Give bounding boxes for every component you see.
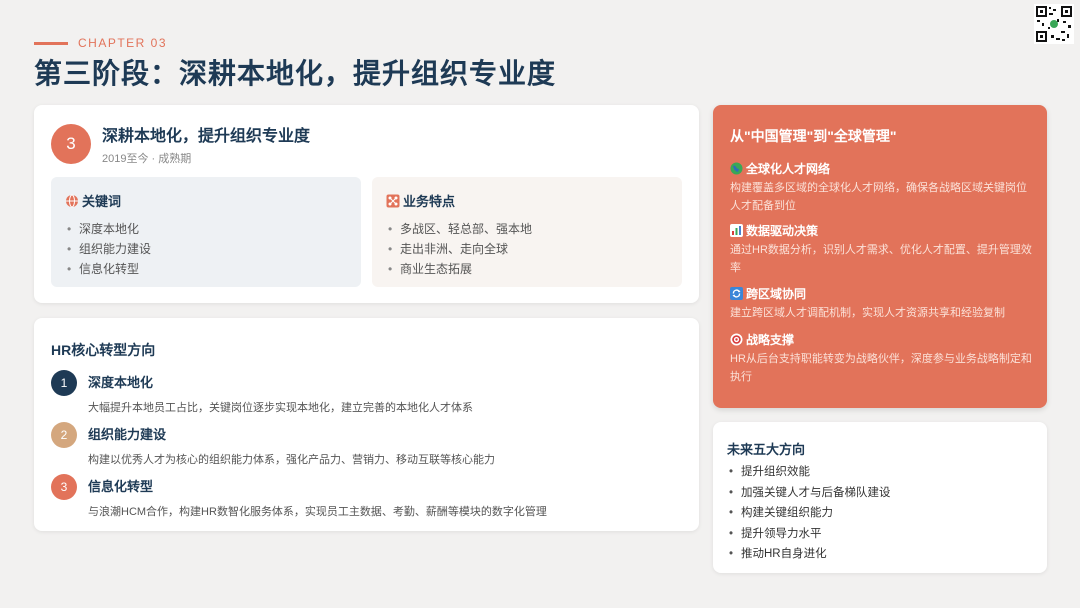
- hr-title: HR核心转型方向: [51, 342, 156, 358]
- global-item: 战略支撑 HR从后台支持职能转变为战略伙伴，深度参与业务战略制定和执行: [730, 331, 1035, 386]
- hr-item: 3 信息化转型 与浪潮HCM合作，构建HR数智化服务体系，实现员工主数据、考勤、…: [51, 474, 547, 519]
- global-item-name: 跨区域协同: [746, 287, 807, 301]
- qr-code-icon: [1034, 4, 1074, 44]
- chapter-label: CHAPTER 03: [34, 36, 167, 50]
- list-item: 多战区、轻总部、强本地: [386, 219, 668, 239]
- chapter-divider: [34, 41, 68, 45]
- globe-icon: [730, 162, 743, 175]
- features-heading: 业务特点: [386, 191, 668, 210]
- stage-title: 深耕本地化，提升组织专业度: [102, 128, 311, 145]
- list-item: 商业生态拓展: [386, 259, 668, 279]
- chapter-text: CHAPTER 03: [78, 36, 168, 50]
- list-item: 加强关键人才与后备梯队建设: [727, 483, 891, 504]
- keywords-heading-label: 关键词: [82, 194, 122, 209]
- features-box: 业务特点 多战区、轻总部、强本地 走出非洲、走向全球 商业生态拓展: [372, 177, 682, 287]
- hr-item-desc: 大幅提升本地员工占比，关键岗位逐步实现本地化，建立完善的本地化人才体系: [88, 402, 473, 414]
- global-title: 从"中国管理"到"全球管理": [730, 128, 897, 144]
- list-item: 组织能力建设: [65, 239, 347, 259]
- future-list: 提升组织效能 加强关键人才与后备梯队建设 构建关键组织能力 提升领导力水平 推动…: [727, 462, 891, 565]
- page-title: 第三阶段：深耕本地化，提升组织专业度: [34, 58, 557, 89]
- hr-number-badge: 1: [51, 370, 77, 396]
- hr-item-desc: 与浪潮HCM合作，构建HR数智化服务体系，实现员工主数据、考勤、薪酬等模块的数字…: [88, 506, 547, 518]
- global-item-name: 全球化人才网络: [746, 162, 831, 176]
- list-item: 提升组织效能: [727, 462, 891, 483]
- features-heading-label: 业务特点: [403, 194, 456, 209]
- list-item: 构建关键组织能力: [727, 503, 891, 524]
- future-title: 未来五大方向: [727, 442, 806, 457]
- global-item-desc: 构建覆盖多区域的全球化人才网络，确保各战略区域关键岗位人才配备到位: [730, 182, 1027, 212]
- global-item: 跨区域协同 建立跨区域人才调配机制，实现人才资源共享和经验复制: [730, 285, 1035, 322]
- global-item-name: 数据驱动决策: [746, 224, 819, 238]
- hr-item-name: 深度本地化: [88, 375, 154, 390]
- future-directions-card: 未来五大方向 提升组织效能 加强关键人才与后备梯队建设 构建关键组织能力 提升领…: [713, 422, 1047, 573]
- stage-card: 3 深耕本地化，提升组织专业度 2019至今 · 成熟期 关键词 深度本地化 组…: [34, 105, 699, 303]
- target-icon: [730, 333, 743, 346]
- list-item: 提升领导力水平: [727, 524, 891, 545]
- hr-item: 1 深度本地化 大幅提升本地员工占比，关键岗位逐步实现本地化，建立完善的本地化人…: [51, 370, 473, 415]
- hr-number-badge: 3: [51, 474, 77, 500]
- list-item: 走出非洲、走向全球: [386, 239, 668, 259]
- global-item: 全球化人才网络 构建覆盖多区域的全球化人才网络，确保各战略区域关键岗位人才配备到…: [730, 160, 1035, 215]
- stage-number-badge: 3: [51, 124, 91, 164]
- keywords-heading: 关键词: [65, 191, 347, 210]
- hr-item-name: 组织能力建设: [88, 427, 167, 442]
- global-item: 数据驱动决策 通过HR数据分析，识别人才需求、优化人才配置、提升管理效率: [730, 222, 1035, 277]
- global-item-desc: 建立跨区域人才调配机制，实现人才资源共享和经验复制: [730, 307, 1005, 319]
- list-item: 推动HR自身进化: [727, 544, 891, 565]
- list-item: 深度本地化: [65, 219, 347, 239]
- network-icon: [386, 194, 400, 207]
- list-item: 信息化转型: [65, 259, 347, 279]
- globe-icon: [66, 194, 78, 207]
- global-item-desc: HR从后台支持职能转变为战略伙伴，深度参与业务战略制定和执行: [730, 353, 1032, 383]
- bar-chart-icon: [730, 224, 743, 237]
- sync-icon: [730, 287, 743, 300]
- global-management-card: 从"中国管理"到"全球管理" 全球化人才网络 构建覆盖多区域的全球化人才网络，确…: [713, 105, 1047, 408]
- features-list: 多战区、轻总部、强本地 走出非洲、走向全球 商业生态拓展: [386, 219, 668, 279]
- hr-number-badge: 2: [51, 422, 77, 448]
- keywords-list: 深度本地化 组织能力建设 信息化转型: [65, 219, 347, 279]
- hr-direction-card: HR核心转型方向 1 深度本地化 大幅提升本地员工占比，关键岗位逐步实现本地化，…: [34, 318, 699, 531]
- global-item-name: 战略支撑: [746, 333, 795, 347]
- keywords-box: 关键词 深度本地化 组织能力建设 信息化转型: [51, 177, 361, 287]
- global-item-desc: 通过HR数据分析，识别人才需求、优化人才配置、提升管理效率: [730, 244, 1032, 274]
- hr-item: 2 组织能力建设 构建以优秀人才为核心的组织能力体系，强化产品力、营销力、移动互…: [51, 422, 495, 467]
- stage-header: 3 深耕本地化，提升组织专业度 2019至今 · 成熟期: [51, 122, 310, 166]
- hr-item-desc: 构建以优秀人才为核心的组织能力体系，强化产品力、营销力、移动互联等核心能力: [88, 454, 495, 466]
- stage-subtitle: 2019至今 · 成熟期: [102, 153, 192, 165]
- hr-item-name: 信息化转型: [88, 479, 154, 494]
